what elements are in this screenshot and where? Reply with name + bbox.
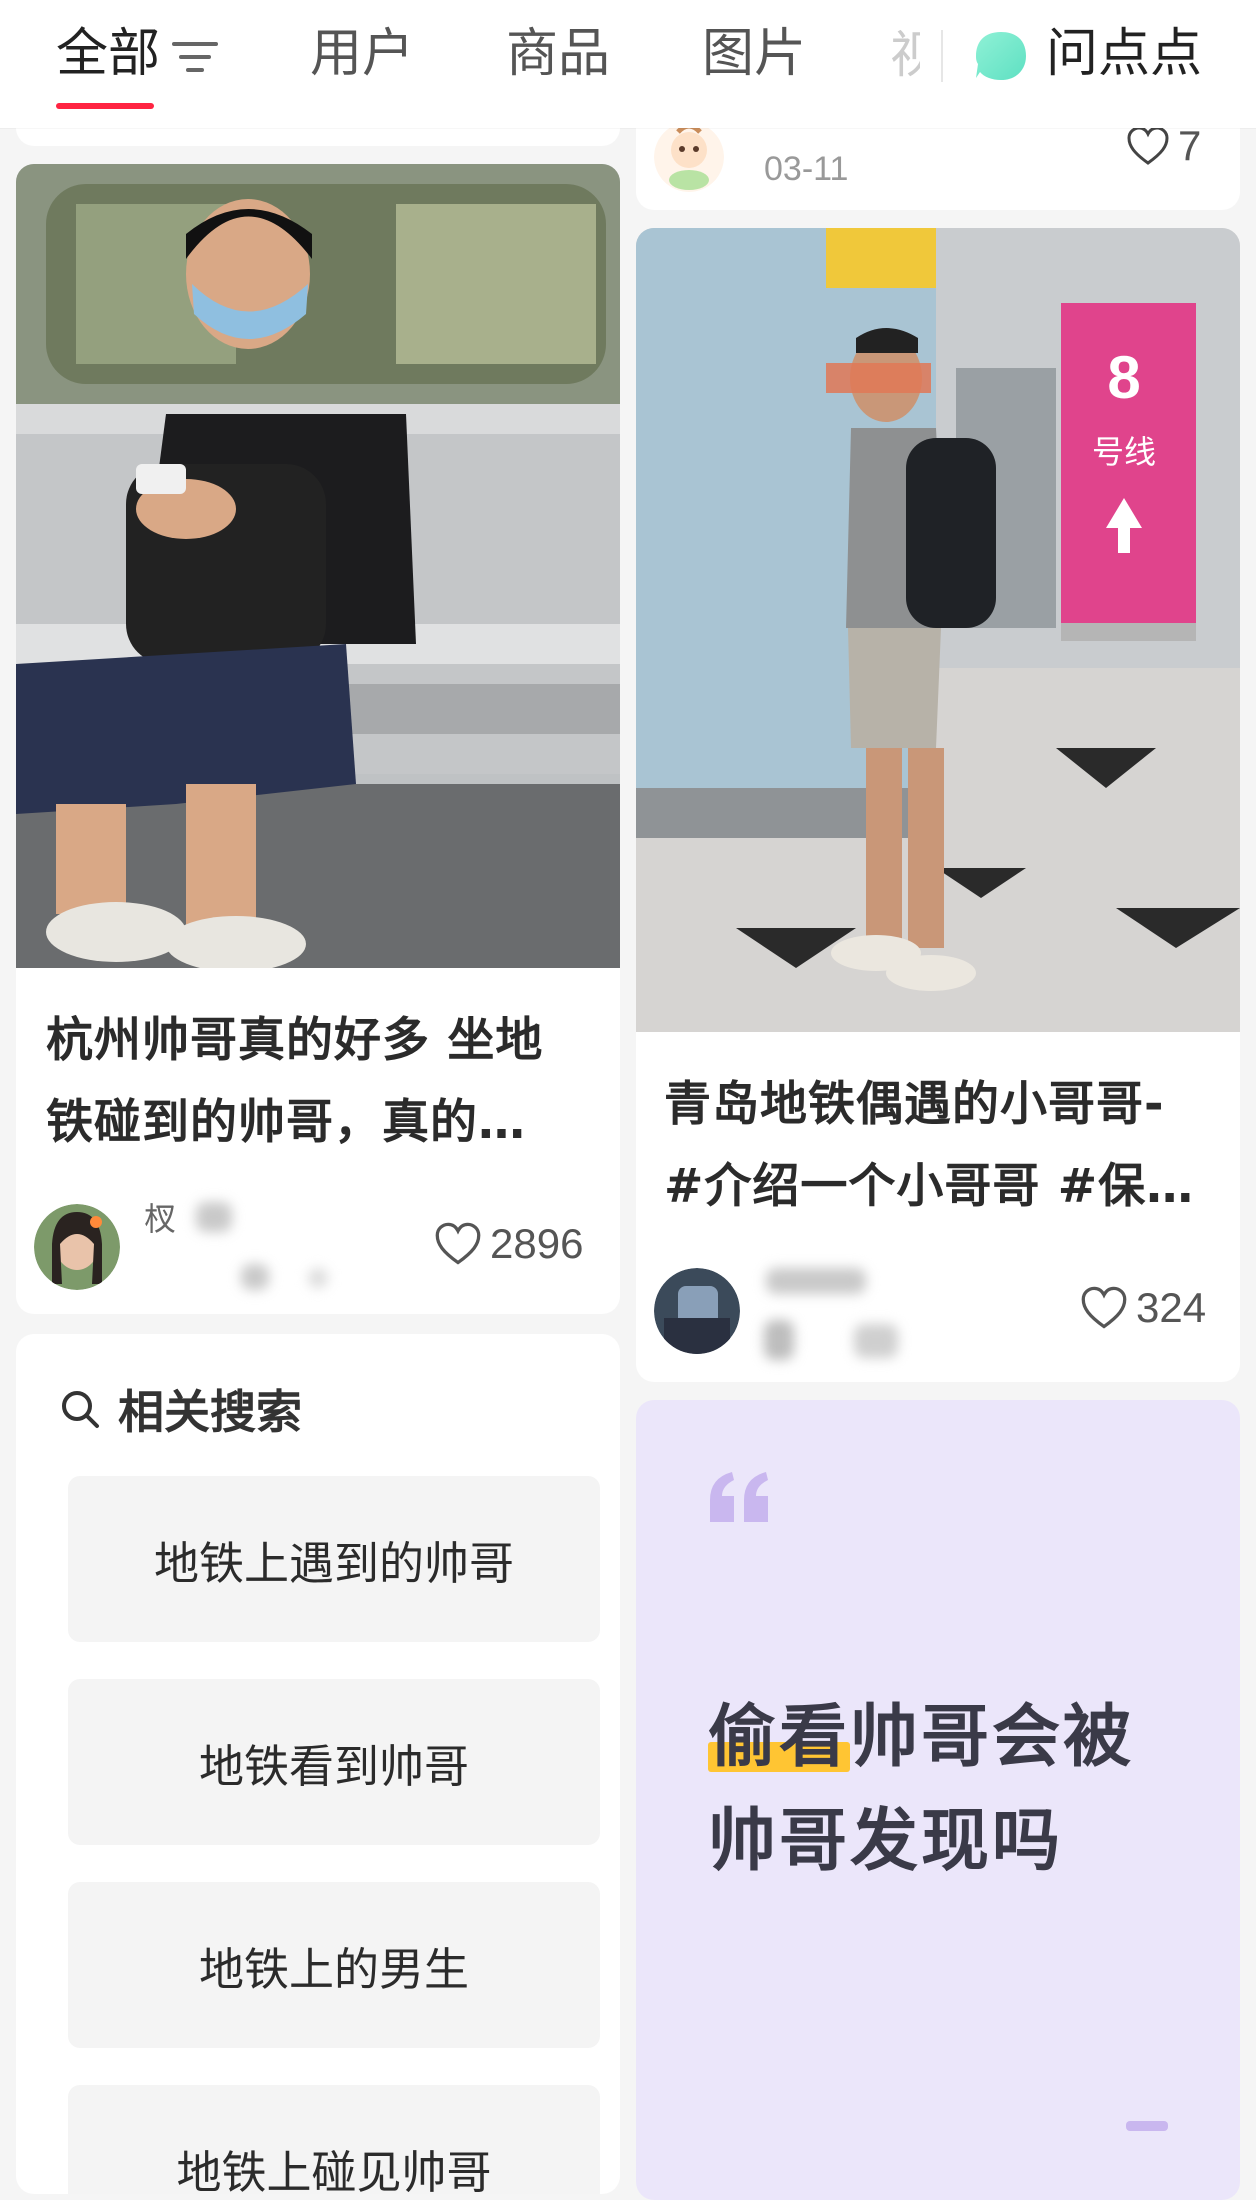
heart-icon [1081,1286,1127,1329]
related-search-chip[interactable]: 地铁看到帅哥 [68,1679,600,1845]
search-icon [62,1391,99,1428]
question-line: 帅哥发现吗 [708,1802,1064,1881]
related-search-chip[interactable]: 地铁上的男生 [68,1882,600,2048]
tab-images[interactable]: 图片 [702,18,806,90]
like-count: 324 [1136,1284,1207,1331]
related-search-header: 相关搜索 [60,1376,302,1442]
blurred-author-name [764,1320,794,1360]
related-search-chip[interactable]: 地铁上遇到的帅哥 [68,1476,600,1642]
note-title-line: 杭州帅哥真的好多 坐地 [46,1013,544,1068]
question-text: 偷看帅哥会被 帅哥发现吗 [708,1686,1134,1894]
blurred-author-name [854,1324,898,1358]
wendiandian-logo-icon[interactable] [974,30,1028,82]
blurred-author-name [241,1264,269,1290]
tab-users[interactable]: 用户 [310,18,414,90]
note-card[interactable]: 8 号线 青岛地铁偶遇的小哥哥- #介绍一个小哥哥 #保… 324 [636,228,1240,1382]
author-avatar[interactable] [654,1268,740,1354]
blurred-author-name [766,1268,866,1294]
blurred-author-name [196,1202,232,1232]
author-avatar[interactable] [654,122,724,192]
active-tab-indicator [56,103,154,109]
like-button[interactable]: 7 [1126,122,1201,170]
quote-icon [710,1472,768,1522]
author-avatar[interactable] [34,1204,120,1290]
question-card[interactable]: 偷看帅哥会被 帅哥发现吗 [636,1400,1240,2200]
station-line-label: 号线 [1092,433,1156,471]
tab-all[interactable]: 全部 [56,18,160,90]
like-count: 2896 [490,1220,584,1267]
related-search-card: 相关搜索 地铁上遇到的帅哥 地铁看到帅哥 地铁上的男生 地铁上碰见帅哥 [16,1334,620,2194]
search-tab-bar: 全部 用户 商品 图片 视 问点点 [0,0,1256,128]
note-title-line: 铁碰到的帅哥，真的… [46,1095,526,1150]
station-line-number: 8 [1107,344,1140,411]
like-count: 7 [1178,122,1202,169]
question-line-text: 偷看帅哥会被 [708,1698,1135,1777]
filter-icon[interactable] [172,40,218,74]
related-search-title: 相关搜索 [118,1385,302,1439]
author-name[interactable]: 杈 [144,1194,176,1240]
blurred-author-name [308,1268,328,1288]
note-title[interactable]: 杭州帅哥真的好多 坐地 铁碰到的帅哥，真的… [46,1000,606,1164]
note-title-line: #介绍一个小哥哥 #保… [664,1159,1195,1214]
tab-partial-overflow[interactable]: 视 [890,20,920,90]
note-title[interactable]: 青岛地铁偶遇的小哥哥- #介绍一个小哥哥 #保… [664,1064,1230,1228]
question-line: 偷看帅哥会被 [708,1686,1134,1790]
related-search-chip[interactable]: 地铁上碰见帅哥 [68,2085,600,2194]
page-indicator [1126,2121,1168,2131]
note-cover-image[interactable] [16,164,620,968]
heart-icon [1127,126,1169,165]
heart-icon [435,1222,481,1265]
note-cover-image[interactable]: 8 号线 [636,228,1240,1032]
like-button[interactable]: 2896 [434,1220,583,1268]
note-date: 03-11 [764,150,849,188]
like-button[interactable]: 324 [1080,1284,1206,1332]
wendiandian-entry[interactable]: 问点点 [1046,18,1202,90]
tab-divider [941,30,943,82]
note-card[interactable]: 杭州帅哥真的好多 坐地 铁碰到的帅哥，真的… 杈 2896 [16,164,620,1314]
note-title-line: 青岛地铁偶遇的小哥哥- [664,1077,1165,1132]
tab-products[interactable]: 商品 [506,18,610,90]
